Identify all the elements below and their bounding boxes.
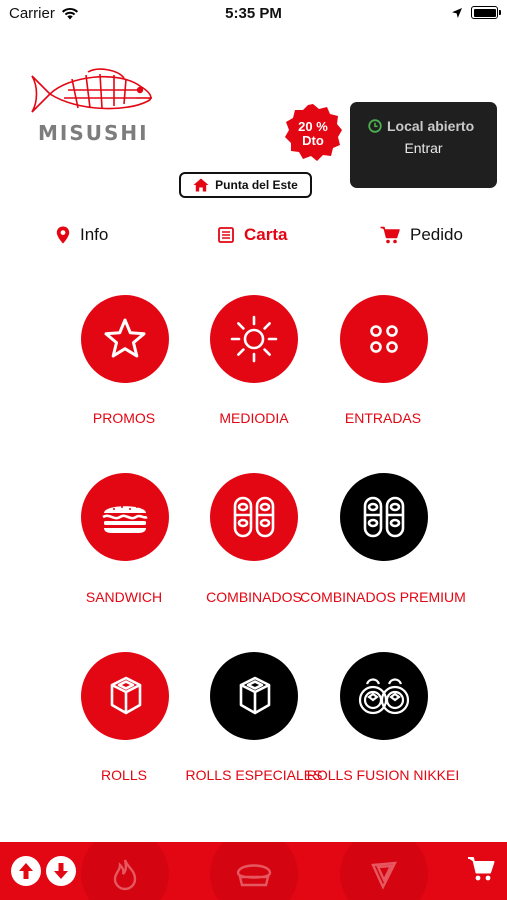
- home-icon: [193, 178, 209, 192]
- category-promos[interactable]: [81, 295, 169, 383]
- arrow-down-icon: [54, 863, 68, 879]
- category-rolls-fusion-nikkei[interactable]: [340, 652, 428, 740]
- category-entradas[interactable]: [340, 295, 428, 383]
- category-entradas-label[interactable]: ENTRADAS: [298, 408, 468, 429]
- category-peek-nigiri[interactable]: [210, 842, 298, 900]
- arrow-up-icon: [19, 863, 33, 879]
- sandwich-icon: [102, 506, 148, 533]
- tab-pedido-label: Pedido: [410, 225, 463, 244]
- location-arrow-icon: [452, 7, 462, 18]
- sushi-pieces-icon: [363, 496, 405, 538]
- category-rolls-especiales[interactable]: [210, 652, 298, 740]
- category-peek-hot[interactable]: [81, 842, 169, 900]
- category-combinados-premium[interactable]: [340, 473, 428, 561]
- status-icons: [451, 6, 501, 19]
- category-combinados-premium-label[interactable]: COMBINADOS PREMIUM: [298, 587, 468, 608]
- open-status-text: Local abierto: [387, 118, 475, 134]
- bottom-bar: [0, 842, 507, 900]
- sun-icon: [230, 315, 278, 363]
- scroll-down-button[interactable]: [46, 856, 76, 886]
- location-label: Punta del Este: [215, 178, 298, 192]
- location-selector[interactable]: Punta del Este: [179, 172, 312, 198]
- category-combinados[interactable]: [210, 473, 298, 561]
- map-pin-icon: [56, 226, 70, 244]
- clock: 5:35 PM: [225, 5, 282, 22]
- nigiri-icon: [236, 864, 272, 887]
- status-bar: Carrier 5:35 PM: [0, 0, 507, 30]
- tab-info-label: Info: [80, 225, 109, 244]
- tab-carta-label: Carta: [244, 225, 288, 244]
- open-status-line: Local abierto: [368, 118, 474, 134]
- enter-button[interactable]: Entrar: [350, 140, 497, 156]
- nikkei-rolls-icon: [358, 678, 410, 715]
- flame-icon: [113, 859, 137, 891]
- clock-icon: [368, 119, 382, 133]
- four-dots-icon: [370, 325, 398, 353]
- category-peek-temaki[interactable]: [340, 842, 428, 900]
- brand-logo-text: MISUSHI: [38, 121, 149, 145]
- category-mediodia[interactable]: [210, 295, 298, 383]
- star-icon: [104, 318, 146, 358]
- bottom-cart-button[interactable]: [467, 856, 495, 887]
- menu-list-icon: [218, 227, 234, 243]
- discount-badge-text: 20 % Dto: [283, 120, 343, 148]
- category-rolls-fusion-nikkei-label[interactable]: ROLLS FUSION NIKKEI: [298, 765, 468, 786]
- sushi-pieces-icon: [233, 496, 275, 538]
- tab-pedido[interactable]: Pedido: [380, 222, 463, 248]
- discount-percent: 20 %: [298, 119, 328, 134]
- category-rolls[interactable]: [81, 652, 169, 740]
- roll-icon: [239, 676, 271, 715]
- roll-icon: [110, 676, 142, 715]
- discount-label: Dto: [302, 133, 324, 148]
- battery-icon: [471, 6, 501, 19]
- category-sandwich[interactable]: [81, 473, 169, 561]
- tab-carta[interactable]: Carta: [218, 222, 287, 248]
- tab-info[interactable]: Info: [56, 222, 108, 248]
- cart-icon: [468, 857, 495, 881]
- scroll-up-button[interactable]: [11, 856, 41, 886]
- temaki-icon: [371, 861, 398, 890]
- cart-icon: [380, 226, 400, 244]
- store-status-card[interactable]: Local abierto Entrar: [350, 102, 497, 188]
